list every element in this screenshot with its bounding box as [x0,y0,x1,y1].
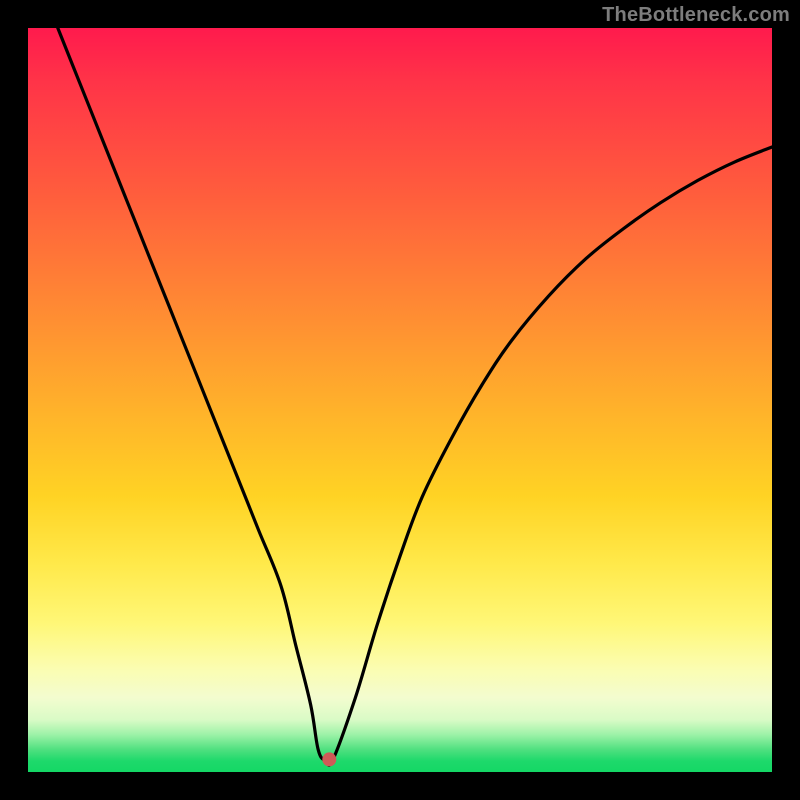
watermark-text: TheBottleneck.com [602,4,790,27]
chart-svg [28,28,772,772]
chart-frame: TheBottleneck.com [0,0,800,800]
bottleneck-curve [58,28,772,765]
plot-area [28,28,772,772]
minimum-marker [322,752,336,766]
